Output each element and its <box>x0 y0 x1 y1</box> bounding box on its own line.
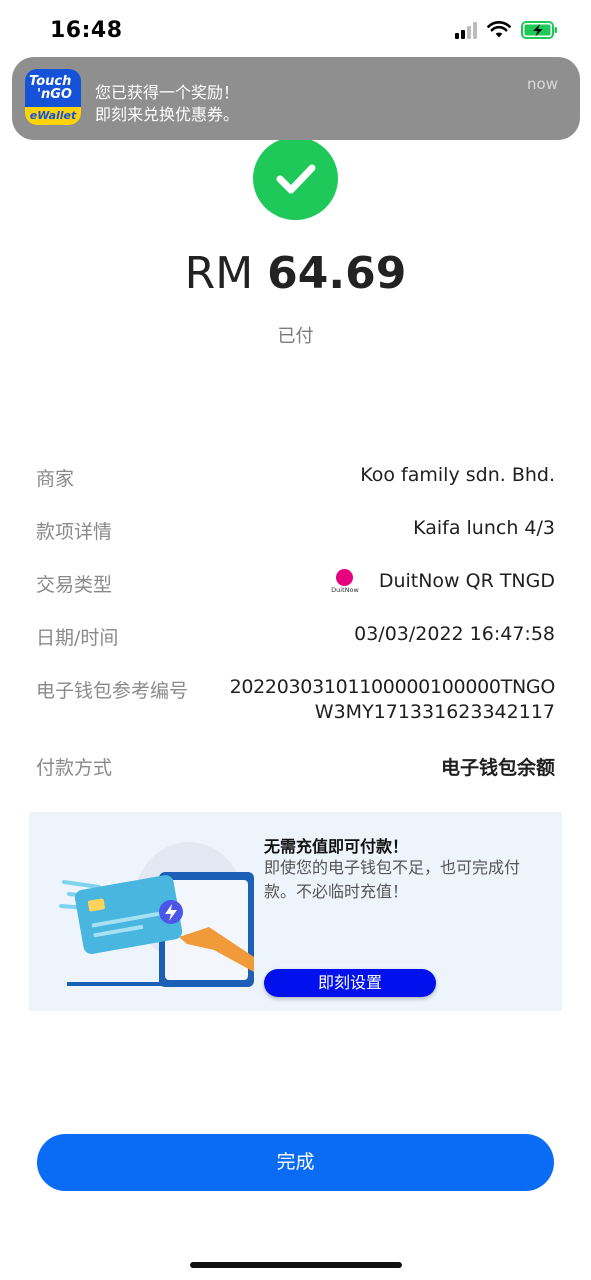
transaction-type-label: 交易类型 <box>36 574 113 596</box>
setup-now-button[interactable]: 即刻设置 <box>264 969 436 997</box>
payment-method-value: 电子钱包余额 <box>440 757 555 779</box>
payment-method-label: 付款方式 <box>36 757 113 779</box>
app-logo-line: 'nGO <box>37 87 72 102</box>
item-details-value: Kaifa lunch 4/3 <box>413 517 555 539</box>
battery-charging-icon <box>521 21 557 39</box>
currency: RM <box>184 248 254 299</box>
item-details-label: 款项详情 <box>36 521 113 543</box>
done-button[interactable]: 完成 <box>37 1134 554 1191</box>
promo-body: 即使您的电子钱包不足，也可完成付款。不必临时充值！ <box>264 858 521 901</box>
duitnow-logo-text: DuitNow <box>331 586 359 594</box>
datetime-value: 03/03/2022 16:47:58 <box>354 623 555 645</box>
merchant-value: Koo family sdn. Bhd. <box>360 464 555 486</box>
status-icons <box>455 20 559 40</box>
reference-value-line1: 20220303101100000100000TNGO <box>229 676 556 698</box>
success-check-icon <box>253 137 338 220</box>
amount-value: 64.69 <box>267 248 407 299</box>
promo-title: 无需充值即可付款！ <box>264 837 409 856</box>
transaction-type-value: DuitNow QR TNGD <box>378 570 555 592</box>
promo-card: 无需充值即可付款！ 即使您的电子钱包不足，也可完成付款。不必临时充值！ 即刻设置 <box>29 812 562 1011</box>
datetime-label: 日期/时间 <box>36 627 119 649</box>
home-indicator[interactable] <box>190 1262 402 1268</box>
payment-amount: RM 64.69 <box>0 248 591 299</box>
duitnow-logo-icon: DuitNow <box>330 569 360 597</box>
notification-banner[interactable]: Touch 'nGO eWallet 您已获得一个奖励！ 即刻来兑换优惠券。 n… <box>12 57 580 140</box>
app-logo: Touch 'nGO eWallet <box>25 69 81 125</box>
wifi-icon <box>487 21 511 38</box>
app-logo-line: eWallet <box>25 107 81 125</box>
merchant-label: 商家 <box>36 468 75 490</box>
notification-time: now <box>527 75 558 93</box>
cellular-signal-icon <box>455 21 477 39</box>
card-payment-illustration-icon <box>59 842 254 987</box>
status-time: 16:48 <box>50 18 123 43</box>
notification-body: 即刻来兑换优惠券。 <box>95 105 240 124</box>
reference-value-line2: W3MY171331623342117 <box>314 701 555 723</box>
status-bar: 16:48 <box>0 0 591 60</box>
payment-status: 已付 <box>277 326 314 347</box>
reference-label: 电子钱包参考编号 <box>36 680 189 702</box>
notification-title: 您已获得一个奖励！ <box>95 83 240 102</box>
